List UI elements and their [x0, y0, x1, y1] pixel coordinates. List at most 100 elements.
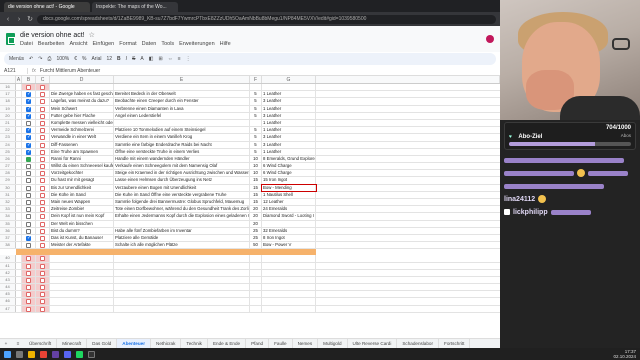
cell-title[interactable]: Vorzeitgekochter — [50, 170, 114, 177]
column-header[interactable]: C — [36, 76, 50, 83]
checkbox-cell[interactable] — [22, 206, 36, 213]
checkbox[interactable] — [40, 277, 45, 283]
cell-title[interactable] — [50, 84, 114, 91]
row-number[interactable]: 24 — [0, 141, 16, 148]
row-number[interactable]: 30 — [0, 184, 16, 191]
checkbox[interactable] — [40, 214, 45, 220]
checkbox[interactable] — [26, 299, 31, 305]
row-number[interactable]: 21 — [0, 119, 16, 127]
checkbox[interactable] — [40, 299, 45, 305]
checkbox[interactable] — [40, 99, 45, 105]
cell-reward[interactable]: 3 Leather — [262, 98, 316, 105]
add-sheet-icon[interactable]: + — [0, 341, 12, 346]
table-row[interactable]: 28 Vorzeitgekochter Steige ein Kraemed in … — [0, 170, 500, 178]
table-row[interactable]: 34 Dein Kopf ist nun mein Kopf Erhalte ein… — [0, 213, 500, 221]
table-row[interactable]: 21 Komplette messen vielleicht oder 1 Leat… — [0, 119, 500, 128]
checkbox-cell[interactable] — [36, 84, 50, 91]
cell[interactable] — [50, 255, 114, 262]
table-row[interactable]: 37 Das ist Kunst, du Banause!Platziere al… — [0, 234, 500, 243]
cell-reward[interactable]: 1 Leather — [262, 127, 316, 134]
cell-description[interactable]: Platziere alle Gemälde — [114, 234, 250, 242]
cell[interactable] — [114, 276, 250, 284]
sheet-tab[interactable]: Technik — [181, 339, 208, 348]
checkbox-cell[interactable] — [36, 134, 50, 141]
checkbox[interactable] — [26, 106, 31, 112]
cell-reward[interactable] — [262, 84, 316, 91]
checkbox-cell[interactable] — [22, 163, 36, 170]
cell-points[interactable]: 15 — [250, 177, 262, 184]
url-input[interactable]: docs.google.com/spreadsheets/d/1ZaBE9989… — [37, 14, 496, 24]
cell-points[interactable] — [250, 119, 262, 127]
checkbox-cell[interactable] — [22, 127, 36, 133]
cell-points[interactable]: 5 — [250, 127, 262, 134]
checkbox-cell[interactable] — [36, 206, 50, 213]
cell[interactable] — [114, 269, 250, 276]
cell[interactable] — [316, 106, 500, 112]
menu-edit[interactable]: Bearbeiten — [38, 41, 65, 47]
row-number[interactable]: 37 — [0, 234, 16, 242]
table-row[interactable]: 47 — [0, 305, 500, 313]
cell[interactable] — [114, 298, 250, 305]
checkbox[interactable] — [40, 156, 45, 162]
checkbox[interactable] — [26, 98, 31, 105]
row-number[interactable]: 20 — [0, 112, 16, 119]
cell-description[interactable]: Sammle folgende drei Bannermustre: Globu… — [114, 199, 250, 206]
cell-description[interactable]: Verbrenne einen Diamanten in Lava — [114, 105, 250, 112]
checkbox-cell[interactable] — [36, 98, 50, 105]
table-row[interactable]: 41 — [0, 262, 500, 270]
checkbox[interactable] — [26, 134, 31, 141]
row-number[interactable]: 42 — [0, 269, 16, 276]
cell[interactable] — [316, 142, 500, 148]
spotify-icon[interactable] — [76, 350, 83, 358]
cell-title[interactable]: Zeitreise Zombie! — [50, 206, 114, 213]
checkbox[interactable] — [40, 171, 45, 177]
twitch-icon[interactable] — [52, 350, 59, 358]
cell[interactable] — [50, 269, 114, 276]
checkbox[interactable] — [40, 243, 45, 249]
cell-title[interactable]: Futter gebe hier Flache — [50, 112, 114, 119]
cell-description[interactable]: Die Kuhe im Sand Öffne eine versteckte v… — [114, 191, 250, 198]
cell-points[interactable]: 20 — [250, 206, 262, 213]
cell-title[interactable]: Lagefas, was meinst du dazu? — [50, 98, 114, 105]
cell-reward[interactable]: 12 Leather — [262, 199, 316, 206]
table-row[interactable]: 38 Meister der Artefakte Schalte ich alle … — [0, 242, 500, 250]
checkbox[interactable] — [40, 85, 45, 90]
cell-points[interactable]: 15 — [250, 199, 262, 206]
sheet-tab[interactable]: Fortschritt — [439, 339, 471, 348]
cell-title[interactable]: Die Zwerge haben es fast geschafft — [50, 91, 114, 98]
cell-title[interactable]: Ranni für Ranni — [50, 155, 114, 163]
menu-data[interactable]: Daten — [142, 41, 157, 47]
row-number[interactable]: 45 — [0, 291, 16, 298]
cell-reward[interactable]: Diamond Sword - Looting I — [262, 213, 316, 220]
cell[interactable] — [316, 242, 500, 248]
cell-points[interactable]: 20 — [250, 213, 262, 220]
checkbox-cell[interactable] — [36, 105, 50, 112]
cell-reward[interactable]: 32 Emeralds — [262, 227, 316, 234]
checkbox-cell[interactable] — [36, 220, 50, 227]
table-row[interactable]: 17 Die Zwerge haben es fast geschafftBere… — [0, 91, 500, 99]
checkbox[interactable] — [26, 256, 31, 262]
checkbox[interactable] — [26, 113, 31, 119]
cell[interactable] — [316, 170, 500, 176]
cell-title[interactable]: Der Welt ein bisschen — [50, 220, 114, 227]
checkbox[interactable] — [40, 292, 45, 298]
checkbox-cell[interactable] — [22, 291, 36, 298]
menu-insert[interactable]: Einfügen — [93, 41, 115, 47]
checkbox-cell[interactable] — [36, 284, 50, 291]
checkbox-cell[interactable] — [36, 177, 50, 184]
checkbox[interactable] — [40, 120, 45, 126]
table-row[interactable]: 29 Du hast mir mit gesagt Lasse einen Helm… — [0, 177, 500, 185]
cell-points[interactable]: 5 — [250, 98, 262, 105]
cell-description[interactable]: Beobachte einen Creeper durch ein Fenste… — [114, 98, 250, 105]
star-icon[interactable]: ☆ — [89, 31, 95, 39]
cell[interactable] — [316, 91, 500, 97]
borders-icon[interactable]: ⊞ — [158, 56, 162, 62]
checkbox-cell[interactable] — [36, 234, 50, 242]
cell-points[interactable]: 20 — [250, 220, 262, 227]
checkbox-cell[interactable] — [36, 291, 50, 298]
cell-description[interactable]: Öffne eine versteckte Truhe in einem Ver… — [114, 148, 250, 155]
column-header[interactable]: B — [22, 76, 36, 83]
cell-title[interactable]: Die Kühe im Sand — [50, 191, 114, 198]
checkbox-cell[interactable] — [36, 262, 50, 269]
checkbox-cell[interactable] — [36, 127, 50, 134]
